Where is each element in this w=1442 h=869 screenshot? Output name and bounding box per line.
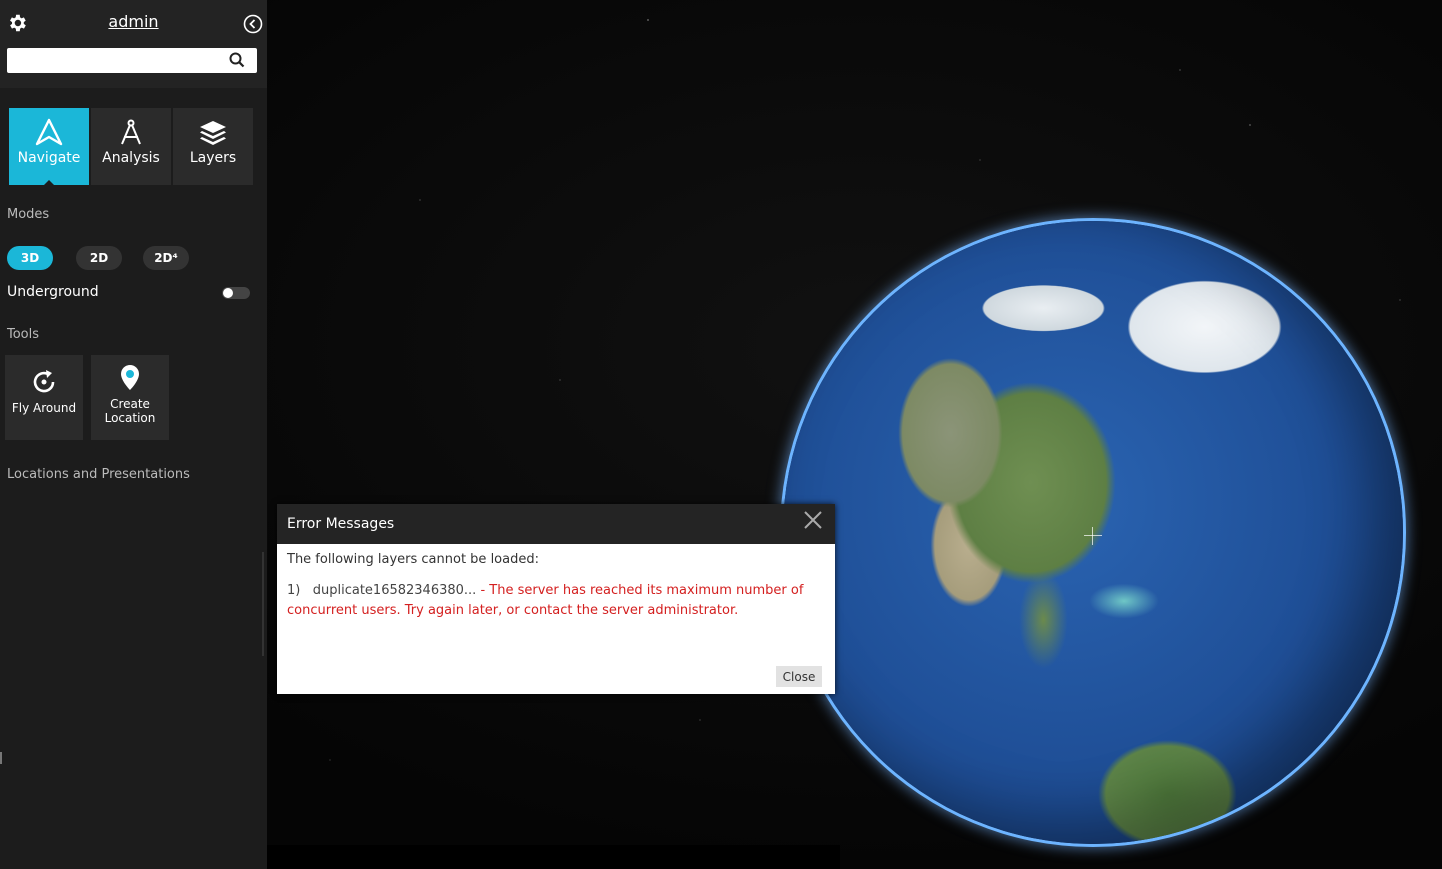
dialog-intro: The following layers cannot be loaded: (287, 552, 539, 567)
edge-marker (0, 752, 2, 764)
search-input[interactable] (13, 48, 227, 73)
mode-2d-button[interactable]: 2D (76, 246, 122, 270)
user-name-link[interactable]: admin (108, 12, 158, 31)
map-pin-icon (121, 365, 139, 390)
layers-stack-icon (200, 121, 226, 145)
error-layer-name: duplicate16582346380... (312, 583, 477, 598)
tab-navigate-label: Navigate (17, 150, 81, 166)
locations-heading[interactable]: Locations and Presentations (7, 467, 190, 482)
fly-around-button[interactable]: Fly Around (5, 355, 83, 440)
tab-analysis[interactable]: Analysis (91, 108, 171, 185)
dialog-body: The following layers cannot be loaded: 1… (287, 552, 827, 621)
underground-toggle[interactable] (222, 287, 250, 299)
scrollbar-track[interactable] (262, 552, 264, 656)
compass-drafting-icon (121, 119, 141, 145)
user-name-wrapper: admin (0, 12, 267, 31)
search-box (7, 48, 257, 73)
toggle-knob (223, 288, 233, 298)
chevron-left-circle-icon[interactable] (243, 14, 263, 34)
create-location-label: Create Location (104, 397, 156, 425)
dialog-header: Error Messages (277, 504, 835, 544)
tools-heading: Tools (7, 327, 40, 342)
map-bottom-strip (267, 845, 840, 869)
error-dialog: Error Messages The following layers cann… (277, 504, 835, 694)
sidebar: admin Navigate Analysis Layers Modes 3D … (0, 0, 267, 869)
mode-2d-alt-button[interactable]: 2D⁴ (143, 246, 189, 270)
underground-label: Underground (7, 284, 99, 300)
crosshair-icon (1084, 527, 1102, 545)
gear-icon[interactable] (6, 12, 28, 34)
mode-3d-button[interactable]: 3D (7, 246, 53, 270)
rotate-icon (33, 370, 55, 393)
tab-layers-label: Layers (189, 150, 237, 166)
tab-layers[interactable]: Layers (173, 108, 253, 185)
close-button[interactable]: Close (776, 666, 822, 687)
tab-navigate[interactable]: Navigate (9, 108, 89, 186)
error-item: 1) duplicate16582346380... - The server … (287, 581, 827, 621)
fly-around-label: Fly Around (11, 401, 77, 415)
create-location-button[interactable]: Create Location (91, 355, 169, 440)
dialog-title: Error Messages (287, 516, 395, 532)
search-icon[interactable] (229, 52, 245, 68)
close-icon[interactable] (803, 510, 823, 530)
error-index: 1) (287, 583, 301, 598)
tab-analysis-label: Analysis (102, 150, 160, 166)
navigation-arrow-icon (35, 118, 63, 146)
modes-heading: Modes (7, 207, 50, 222)
sidebar-header: admin (0, 0, 267, 88)
